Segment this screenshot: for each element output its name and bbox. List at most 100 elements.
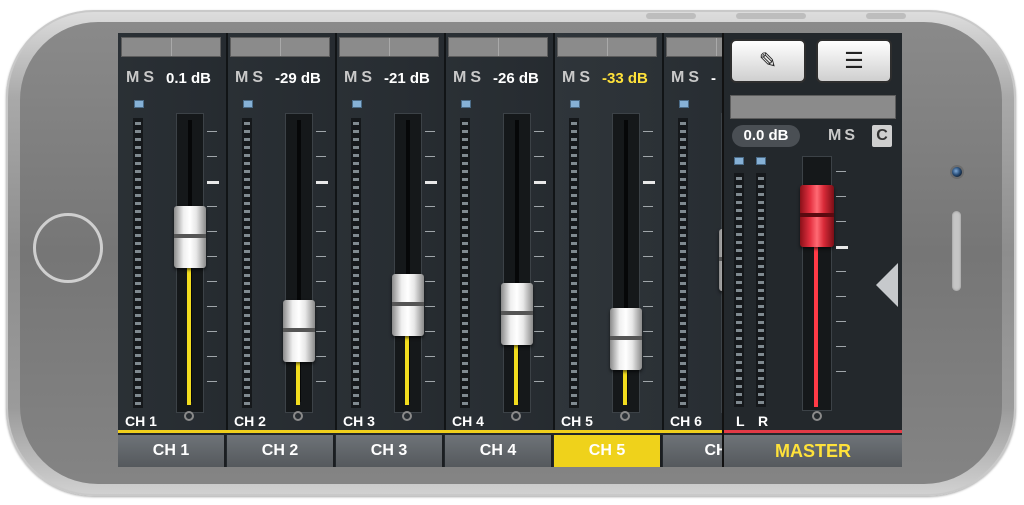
solo-button[interactable]: S	[688, 69, 700, 86]
pan-knob[interactable]	[293, 411, 303, 421]
channel-strip: MS -29 dB CH 2	[227, 33, 335, 433]
fader-scale-tick	[643, 131, 653, 132]
fader-scale-tick	[643, 356, 653, 357]
mute-solo: MS	[126, 69, 158, 87]
fader-scale-tick	[316, 131, 326, 132]
channel-fader[interactable]	[392, 274, 424, 337]
fader-scale-tick	[425, 381, 435, 382]
channel-fader[interactable]	[174, 206, 206, 269]
channel-fader[interactable]	[501, 282, 533, 345]
channel-tab[interactable]: CH	[663, 435, 722, 467]
fader-scale-tick	[534, 331, 544, 332]
pan-knob[interactable]	[184, 411, 194, 421]
mute-button[interactable]: M	[344, 69, 358, 86]
mute-solo: MS	[235, 69, 267, 87]
mute-solo: MS	[344, 69, 376, 87]
level-meter	[133, 118, 143, 408]
mute-solo: MS	[671, 69, 703, 87]
fader-scale-tick	[207, 131, 217, 132]
mute-button[interactable]: M	[671, 69, 685, 86]
mute-button[interactable]: M	[235, 69, 249, 86]
fader-scale-tick	[643, 256, 653, 257]
fader-scale-tick	[425, 356, 435, 357]
fader-scale-tick	[425, 306, 435, 307]
mute-button[interactable]: M	[453, 69, 467, 86]
strip-divider	[226, 33, 228, 433]
master-panel: ✎ ☰ 0.0 dB MS C L R MASTER	[722, 33, 902, 467]
master-scale-tick	[836, 346, 846, 347]
fader-scale-tick	[425, 256, 435, 257]
fader-scale-tick	[316, 256, 326, 257]
fader-scale-tick	[425, 181, 437, 184]
solo-button[interactable]: S	[252, 69, 264, 86]
fader-scale-tick	[316, 281, 326, 282]
master-right-led	[756, 157, 766, 165]
edit-button[interactable]: ✎	[730, 39, 806, 83]
master-fader[interactable]	[800, 184, 834, 247]
fader-scale-tick	[316, 306, 326, 307]
fader-scale-tick	[207, 356, 217, 357]
master-accent-line	[724, 430, 902, 433]
channel-db-readout: 0.1 dB	[166, 70, 212, 87]
channel-tab[interactable]: CH 4	[445, 435, 553, 467]
fader-scale-tick	[643, 281, 653, 282]
fader-scale-tick	[534, 306, 544, 307]
solo-button[interactable]: S	[579, 69, 591, 86]
fader-scale-tick	[534, 381, 544, 382]
fader-scale-tick	[207, 256, 217, 257]
menu-button[interactable]: ☰	[816, 39, 892, 83]
scribble-strip	[448, 37, 548, 57]
solo-button[interactable]: S	[143, 69, 155, 86]
master-mute-button[interactable]: M	[828, 127, 841, 144]
master-solo-button[interactable]: S	[844, 127, 855, 144]
signal-led	[461, 100, 471, 108]
master-db-readout: 0.0 dB	[732, 125, 800, 147]
fader-scale-tick	[534, 181, 546, 184]
master-scale-tick	[836, 221, 846, 222]
pan-knob[interactable]	[402, 411, 412, 421]
fader-scale-tick	[316, 206, 326, 207]
pan-knob[interactable]	[620, 411, 630, 421]
home-button[interactable]	[33, 213, 103, 283]
channel-db-readout: -33 dB	[602, 70, 648, 87]
master-scale-tick	[836, 371, 846, 372]
channel-label: CH 2	[234, 413, 266, 429]
fader-scale-tick	[316, 231, 326, 232]
edit-icon: ✎	[758, 48, 778, 73]
channel-tab[interactable]: CH 1	[118, 435, 226, 467]
pan-knob[interactable]	[511, 411, 521, 421]
channel-tab[interactable]: CH 2	[227, 435, 335, 467]
channel-strip: MS 0.1 dB CH 1	[118, 33, 226, 433]
master-tab[interactable]: MASTER	[724, 435, 902, 467]
collapse-arrow-icon[interactable]	[876, 263, 898, 307]
fader-scale-tick	[534, 281, 544, 282]
channel-tab[interactable]: CH 3	[336, 435, 444, 467]
fader-scale-tick	[316, 331, 326, 332]
channel-tab[interactable]: CH 5	[554, 435, 662, 467]
channel-strip: MS -33 dB CH 5	[554, 33, 662, 433]
mute-button[interactable]: M	[126, 69, 140, 86]
master-c-button[interactable]: C	[872, 125, 892, 147]
mute-button[interactable]: M	[562, 69, 576, 86]
front-camera	[950, 165, 964, 179]
mute-solo: MS	[453, 69, 485, 87]
channel-strips: MS 0.1 dB CH 1 MS -29 dB CH 2 MS -21 dB …	[118, 33, 722, 433]
channel-label: CH 5	[561, 413, 593, 429]
scribble-strip	[666, 37, 722, 57]
level-fill	[187, 268, 191, 405]
level-fill	[296, 361, 300, 405]
channel-fader[interactable]	[610, 307, 642, 370]
solo-button[interactable]: S	[361, 69, 373, 86]
fader-scale-tick	[643, 381, 653, 382]
strip-divider	[335, 33, 337, 433]
menu-icon: ☰	[844, 48, 864, 73]
channel-fader[interactable]	[283, 299, 315, 362]
level-meter	[569, 118, 579, 408]
master-pan-knob[interactable]	[812, 411, 822, 421]
fader-scale-tick	[207, 231, 217, 232]
scribble-strip	[557, 37, 657, 57]
signal-led	[570, 100, 580, 108]
fader-scale-tick	[425, 231, 435, 232]
solo-button[interactable]: S	[470, 69, 482, 86]
channel-db-readout: -26 dB	[493, 70, 539, 87]
